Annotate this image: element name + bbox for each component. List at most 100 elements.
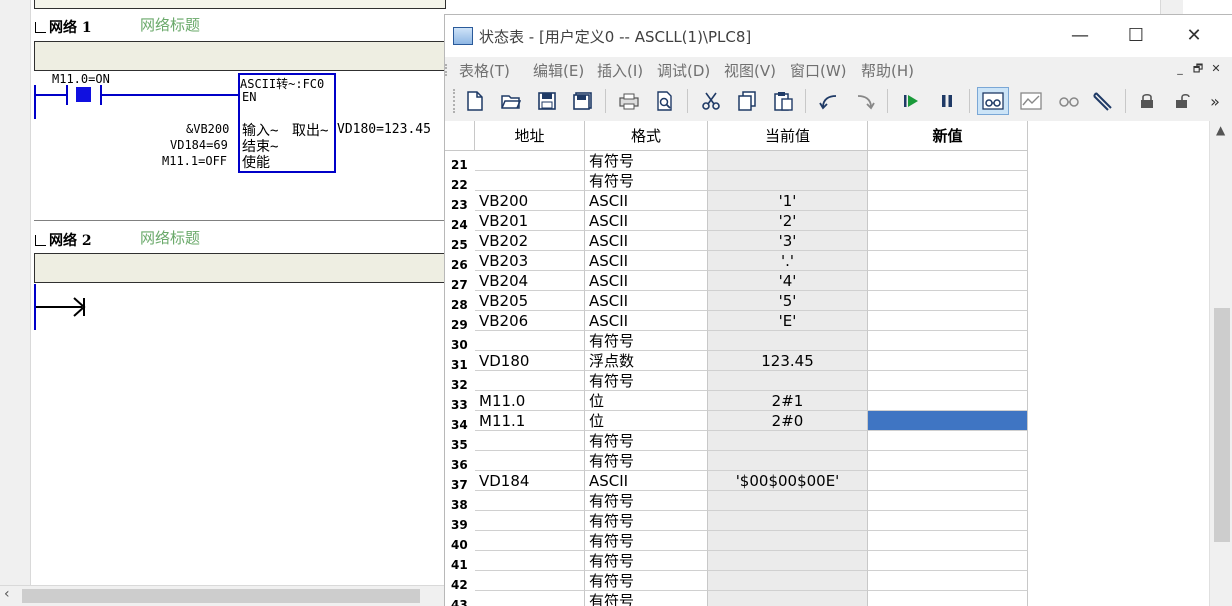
current-value-column-header[interactable]: 当前值 (708, 121, 868, 151)
new-value-cell[interactable] (868, 171, 1028, 191)
unlock-icon[interactable] (1169, 87, 1197, 115)
address-cell[interactable]: M11.1 (475, 411, 585, 431)
menu-debug[interactable]: 调试(D) (657, 60, 710, 81)
new-value-cell[interactable] (868, 231, 1028, 251)
new-value-cell[interactable] (868, 331, 1028, 351)
format-cell[interactable]: 有符号 (585, 451, 708, 471)
window-titlebar[interactable]: 状态表 - [用户定义0 -- ASCLL(1)\PLC8] — ☐ ✕ (445, 15, 1232, 57)
table-row[interactable]: 21 有符号 (445, 151, 1028, 171)
address-cell[interactable]: VB202 (475, 231, 585, 251)
network-1-title[interactable]: 网络 1 (35, 17, 92, 37)
format-cell[interactable]: 有符号 (585, 371, 708, 391)
format-cell[interactable]: 有符号 (585, 171, 708, 191)
format-cell[interactable]: 有符号 (585, 151, 708, 171)
format-cell[interactable]: 有符号 (585, 551, 708, 571)
address-cell[interactable] (475, 371, 585, 391)
table-row[interactable]: 34 M11.1 位 2#0 (445, 411, 1028, 431)
contact-m11-0[interactable] (76, 87, 91, 102)
network-1-comment[interactable]: 网络标题 (140, 14, 200, 35)
new-value-cell[interactable] (868, 371, 1028, 391)
format-cell[interactable]: 有符号 (585, 571, 708, 591)
address-cell[interactable] (475, 571, 585, 591)
address-cell[interactable] (475, 171, 585, 191)
table-row[interactable]: 33 M11.0 位 2#1 (445, 391, 1028, 411)
mdi-restore-button[interactable]: 🗗 (1191, 62, 1205, 76)
address-cell[interactable] (475, 511, 585, 531)
address-cell[interactable] (475, 151, 585, 171)
glasses-icon[interactable] (1053, 87, 1085, 115)
new-value-cell[interactable] (868, 571, 1028, 591)
format-cell[interactable]: ASCII (585, 231, 708, 251)
new-value-cell[interactable] (868, 271, 1028, 291)
table-row[interactable]: 43 有符号 (445, 591, 1028, 606)
address-cell[interactable] (475, 491, 585, 511)
run-icon[interactable] (897, 87, 925, 115)
close-button[interactable]: ✕ (1171, 23, 1217, 49)
menu-insert[interactable]: 插入(I) (597, 60, 643, 81)
format-cell[interactable]: ASCII (585, 251, 708, 271)
paste-icon[interactable] (769, 87, 797, 115)
address-cell[interactable]: VB206 (475, 311, 585, 331)
new-value-cell[interactable] (868, 351, 1028, 371)
new-value-cell[interactable] (868, 431, 1028, 451)
address-cell[interactable]: VD180 (475, 351, 585, 371)
format-cell[interactable]: 有符号 (585, 431, 708, 451)
format-cell[interactable]: 有符号 (585, 491, 708, 511)
format-cell[interactable]: ASCII (585, 471, 708, 491)
new-file-icon[interactable] (461, 87, 489, 115)
mdi-minimize-button[interactable]: _ (1173, 62, 1187, 76)
table-row[interactable]: 42 有符号 (445, 571, 1028, 591)
monitor-glasses-icon[interactable] (977, 87, 1009, 115)
new-value-column-header[interactable]: 新值 (868, 121, 1028, 151)
format-cell[interactable]: ASCII (585, 291, 708, 311)
table-row[interactable]: 40 有符号 (445, 531, 1028, 551)
address-cell[interactable] (475, 591, 585, 606)
address-cell[interactable] (475, 431, 585, 451)
menu-edit[interactable]: 编辑(E) (533, 60, 584, 81)
table-row[interactable]: 30 有符号 (445, 331, 1028, 351)
write-pen-icon[interactable] (1089, 87, 1117, 115)
table-row[interactable]: 39 有符号 (445, 511, 1028, 531)
new-value-cell[interactable] (868, 311, 1028, 331)
save-icon[interactable] (533, 87, 561, 115)
menu-view[interactable]: 视图(V) (724, 60, 776, 81)
address-cell[interactable]: VB204 (475, 271, 585, 291)
new-value-cell[interactable] (868, 491, 1028, 511)
menu-window[interactable]: 窗口(W) (790, 60, 847, 81)
print-preview-icon[interactable] (651, 87, 679, 115)
address-cell[interactable] (475, 551, 585, 571)
minimize-button[interactable]: — (1057, 23, 1103, 49)
previous-network-comment-box[interactable] (34, 0, 446, 9)
redo-icon[interactable] (851, 87, 879, 115)
format-cell[interactable]: ASCII (585, 211, 708, 231)
table-row[interactable]: 31 VD180 浮点数 123.45 (445, 351, 1028, 371)
function-block-ascii[interactable]: ASCII转~:FC0 EN 输入~ 取出~ 结束~ 使能 (238, 73, 336, 173)
address-cell[interactable]: VB200 (475, 191, 585, 211)
pause-icon[interactable] (933, 87, 961, 115)
table-row[interactable]: 22 有符号 (445, 171, 1028, 191)
address-cell[interactable]: VB203 (475, 251, 585, 271)
table-row[interactable]: 29 VB206 ASCII 'E' (445, 311, 1028, 331)
scroll-thumb[interactable] (1214, 308, 1230, 542)
new-value-cell[interactable] (868, 591, 1028, 606)
format-cell[interactable]: 有符号 (585, 511, 708, 531)
new-value-cell[interactable] (868, 531, 1028, 551)
new-value-cell[interactable] (868, 451, 1028, 471)
table-row[interactable]: 41 有符号 (445, 551, 1028, 571)
open-folder-icon[interactable] (497, 87, 525, 115)
table-row[interactable]: 32 有符号 (445, 371, 1028, 391)
address-column-header[interactable]: 地址 (475, 121, 585, 151)
print-icon[interactable] (615, 87, 643, 115)
new-value-cell[interactable] (868, 551, 1028, 571)
save-all-icon[interactable] (569, 87, 597, 115)
copy-icon[interactable] (733, 87, 761, 115)
table-row[interactable]: 36 有符号 (445, 451, 1028, 471)
format-cell[interactable]: 位 (585, 391, 708, 411)
chevron-left-icon[interactable]: ‹ (4, 586, 10, 602)
format-cell[interactable]: 有符号 (585, 591, 708, 606)
chevron-up-icon[interactable]: ▲ (1216, 123, 1225, 137)
format-cell[interactable]: 有符号 (585, 531, 708, 551)
format-cell[interactable]: 浮点数 (585, 351, 708, 371)
new-value-cell[interactable] (868, 191, 1028, 211)
table-row[interactable]: 35 有符号 (445, 431, 1028, 451)
